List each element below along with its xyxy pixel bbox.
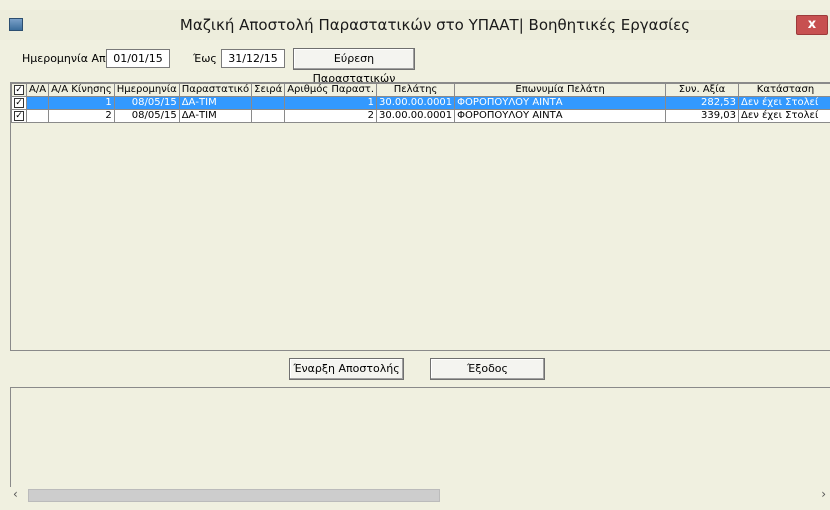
- cell-document: ΔΑ-ΤΙΜ: [178, 96, 253, 110]
- cell-doc-number: 2: [284, 109, 377, 123]
- exit-button[interactable]: Έξοδος: [430, 358, 545, 380]
- cell-date: 08/05/15: [113, 109, 180, 123]
- cell-series: [251, 96, 286, 110]
- horizontal-scrollbar[interactable]: ‹ ›: [10, 487, 830, 502]
- date-from-label: Ημερομηνία Από: [22, 52, 113, 65]
- checkbox-icon[interactable]: ✓: [14, 98, 24, 108]
- window-title: Μαζική Αποστολή Παραστατικών στο ΥΠΑΑΤ| …: [179, 16, 691, 34]
- row-checkbox-cell[interactable]: ✓: [11, 96, 27, 110]
- cell-aa-kinisis: 1: [48, 96, 115, 110]
- column-header[interactable]: Ημερομηνία: [113, 83, 180, 97]
- cell-status: Δεν έχει Στολεί: [738, 96, 830, 110]
- search-documents-button[interactable]: Εύρεση Παραστατικών: [293, 48, 415, 85]
- column-header[interactable]: Αριθμός Παραστ.: [284, 83, 377, 97]
- table-row[interactable]: ✓ 1 08/05/15 ΔΑ-ΤΙΜ 1 30.00.00.0001 ΦΟΡΟ…: [11, 96, 830, 110]
- documents-table: ✓ Α/Α Α/Α Κίνησης Ημερομηνία Παραστατικό…: [11, 83, 830, 123]
- cell-document: ΔΑ-ΤΙΜ: [178, 109, 253, 123]
- checkbox-icon[interactable]: ✓: [14, 85, 24, 95]
- column-header[interactable]: Επωνυμία Πελάτη: [454, 83, 667, 97]
- cell-series: [251, 109, 286, 123]
- checkbox-icon[interactable]: ✓: [14, 111, 24, 121]
- scroll-right-icon[interactable]: ›: [821, 487, 826, 501]
- dialog-window: Μαζική Αποστολή Παραστατικών στο ΥΠΑΑΤ| …: [0, 0, 830, 510]
- filter-row: Ημερομηνία Από 01/01/15 Έως 31/12/15 Εύρ…: [0, 48, 830, 85]
- cell-total: 282,53: [665, 96, 739, 110]
- date-to-label: Έως: [193, 52, 217, 65]
- log-panel[interactable]: [10, 387, 830, 489]
- cell-doc-number: 1: [284, 96, 377, 110]
- column-header[interactable]: Συν. Αξία: [665, 83, 739, 97]
- cell-customer: 30.00.00.0001: [375, 96, 456, 110]
- row-checkbox-cell[interactable]: ✓: [11, 109, 27, 123]
- title-bar: Μαζική Αποστολή Παραστατικών στο ΥΠΑΑΤ| …: [0, 10, 830, 40]
- cell-aa-kinisis: 2: [48, 109, 115, 123]
- date-from-field[interactable]: 01/01/15: [106, 49, 170, 68]
- date-to-field[interactable]: 31/12/15: [221, 49, 285, 68]
- cell-customer-name: ΦΟΡΟΠΟΥΛΟΥ ΑΙΝΤΑ: [454, 109, 667, 123]
- cell-date: 08/05/15: [113, 96, 180, 110]
- column-header[interactable]: Πελάτης: [375, 83, 456, 97]
- cell-aa: [25, 96, 50, 110]
- start-sending-button[interactable]: Έναρξη Αποστολής: [289, 358, 404, 380]
- column-header[interactable]: Κατάσταση: [738, 83, 830, 97]
- cell-status: Δεν έχει Στολεί: [738, 109, 830, 123]
- cell-total: 339,03: [665, 109, 739, 123]
- header-select-all[interactable]: ✓: [11, 83, 27, 97]
- close-button[interactable]: x: [796, 15, 828, 35]
- cell-customer-name: ΦΟΡΟΠΟΥΛΟΥ ΑΙΝΤΑ: [454, 96, 667, 110]
- cell-customer: 30.00.00.0001: [375, 109, 456, 123]
- cell-aa: [25, 109, 50, 123]
- scroll-thumb[interactable]: [28, 489, 440, 502]
- documents-grid[interactable]: ✓ Α/Α Α/Α Κίνησης Ημερομηνία Παραστατικό…: [10, 82, 830, 351]
- table-header-row: ✓ Α/Α Α/Α Κίνησης Ημερομηνία Παραστατικό…: [11, 83, 830, 97]
- column-header[interactable]: Σειρά: [251, 83, 286, 97]
- column-header[interactable]: Παραστατικό: [178, 83, 253, 97]
- column-header[interactable]: Α/Α: [25, 83, 50, 97]
- table-row[interactable]: ✓ 2 08/05/15 ΔΑ-ΤΙΜ 2 30.00.00.0001 ΦΟΡΟ…: [11, 109, 830, 123]
- column-header[interactable]: Α/Α Κίνησης: [48, 83, 115, 97]
- scroll-left-icon[interactable]: ‹: [13, 487, 18, 501]
